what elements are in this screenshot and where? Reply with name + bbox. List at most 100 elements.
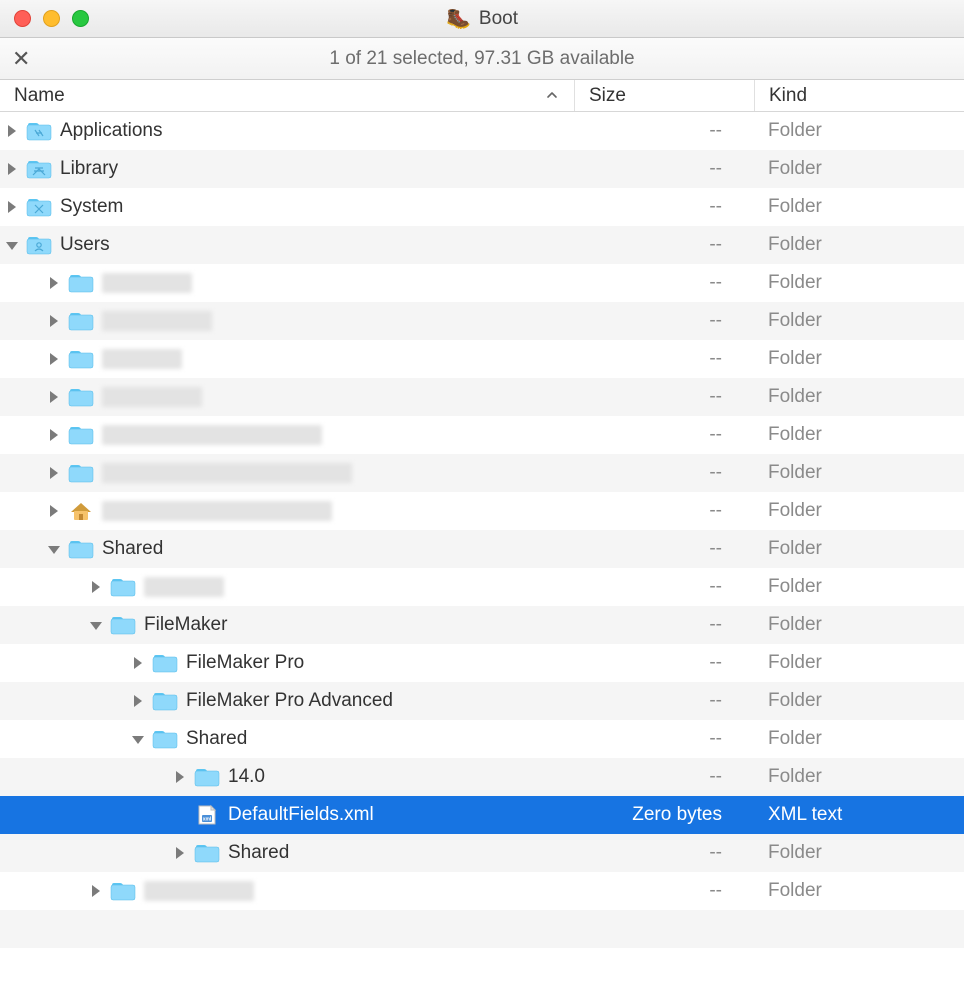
disclosure-triangle-icon[interactable] — [46, 313, 62, 329]
zoom-button[interactable] — [72, 10, 89, 27]
row-kind: Folder — [754, 196, 964, 218]
row-kind: Folder — [754, 652, 964, 674]
disclosure-triangle-icon[interactable] — [46, 275, 62, 291]
table-row[interactable]: Shared--Folder — [0, 720, 964, 758]
row-label: FileMaker — [144, 614, 227, 636]
row-label: Shared — [102, 538, 163, 560]
table-row[interactable]: --Folder — [0, 872, 964, 910]
disclosure-triangle-icon[interactable] — [46, 503, 62, 519]
disclosure-triangle-icon[interactable] — [88, 617, 104, 633]
toolbar: ✕ 1 of 21 selected, 97.31 GB available — [0, 38, 964, 80]
folder-icon — [68, 348, 94, 370]
table-row[interactable]: FileMaker Pro Advanced--Folder — [0, 682, 964, 720]
table-row[interactable]: --Folder — [0, 568, 964, 606]
disclosure-triangle-icon[interactable] — [88, 883, 104, 899]
sort-indicator-icon — [546, 88, 558, 104]
redacted-label — [102, 387, 202, 407]
folder-app-icon — [26, 120, 52, 142]
window-controls — [0, 10, 89, 27]
table-row[interactable]: --Folder — [0, 340, 964, 378]
table-row[interactable]: --Folder — [0, 378, 964, 416]
folder-icon — [68, 272, 94, 294]
row-label: Applications — [60, 120, 162, 142]
minimize-button[interactable] — [43, 10, 60, 27]
table-row[interactable]: System--Folder — [0, 188, 964, 226]
disclosure-triangle-icon[interactable] — [4, 161, 20, 177]
table-row[interactable] — [0, 910, 964, 948]
table-row[interactable]: FileMaker--Folder — [0, 606, 964, 644]
column-header-name[interactable]: Name — [0, 85, 574, 107]
table-row[interactable]: FileMaker Pro--Folder — [0, 644, 964, 682]
row-kind: Folder — [754, 424, 964, 446]
table-row[interactable]: --Folder — [0, 416, 964, 454]
disclosure-triangle-icon[interactable] — [46, 465, 62, 481]
table-row[interactable]: --Folder — [0, 492, 964, 530]
table-row[interactable]: --Folder — [0, 454, 964, 492]
row-size: -- — [574, 234, 754, 256]
disclosure-triangle-icon[interactable] — [172, 769, 188, 785]
folder-library-icon — [26, 158, 52, 180]
table-row[interactable]: Shared--Folder — [0, 834, 964, 872]
disclosure-triangle-icon[interactable] — [130, 655, 146, 671]
table-row[interactable]: Library--Folder — [0, 150, 964, 188]
disclosure-triangle-icon[interactable] — [130, 693, 146, 709]
table-row[interactable]: DefaultFields.xmlZero bytesXML text — [0, 796, 964, 834]
folder-icon — [110, 614, 136, 636]
disclosure-triangle-icon[interactable] — [46, 351, 62, 367]
row-kind: Folder — [754, 272, 964, 294]
row-kind: Folder — [754, 462, 964, 484]
row-size: Zero bytes — [574, 804, 754, 826]
table-row[interactable] — [0, 948, 964, 986]
row-kind: Folder — [754, 842, 964, 864]
table-row[interactable]: Users --Folder — [0, 226, 964, 264]
row-label: FileMaker Pro — [186, 652, 304, 674]
row-size: -- — [574, 842, 754, 864]
disclosure-triangle-icon — [4, 959, 20, 975]
table-row[interactable]: 14.0--Folder — [0, 758, 964, 796]
table-row[interactable]: --Folder — [0, 264, 964, 302]
close-button[interactable] — [14, 10, 31, 27]
disclosure-triangle-icon[interactable] — [4, 123, 20, 139]
row-size: -- — [574, 500, 754, 522]
row-size: -- — [574, 880, 754, 902]
folder-icon — [152, 690, 178, 712]
redacted-label — [102, 273, 192, 293]
disclosure-triangle-icon[interactable] — [88, 579, 104, 595]
disclosure-triangle-icon[interactable] — [130, 731, 146, 747]
row-kind: Folder — [754, 310, 964, 332]
row-kind: Folder — [754, 234, 964, 256]
redacted-label — [102, 349, 182, 369]
row-size: -- — [574, 386, 754, 408]
column-header-kind-label: Kind — [769, 85, 807, 107]
disclosure-triangle-icon[interactable] — [172, 845, 188, 861]
row-size: -- — [574, 766, 754, 788]
disclosure-triangle-icon[interactable] — [4, 237, 20, 253]
table-row[interactable]: --Folder — [0, 302, 964, 340]
row-kind: XML text — [754, 804, 964, 826]
disclosure-triangle-icon[interactable] — [46, 389, 62, 405]
file-xml-icon — [194, 804, 220, 826]
table-row[interactable]: Applications--Folder — [0, 112, 964, 150]
status-text: 1 of 21 selected, 97.31 GB available — [0, 48, 964, 70]
column-header-kind[interactable]: Kind — [754, 80, 964, 111]
folder-icon — [194, 842, 220, 864]
disclosure-triangle-icon[interactable] — [46, 427, 62, 443]
row-size: -- — [574, 538, 754, 560]
row-kind: Folder — [754, 614, 964, 636]
column-header-size[interactable]: Size — [574, 80, 754, 111]
row-kind: Folder — [754, 880, 964, 902]
row-kind: Folder — [754, 348, 964, 370]
file-list[interactable]: Applications--FolderLibrary--FolderSyste… — [0, 112, 964, 986]
folder-icon — [68, 386, 94, 408]
row-label: Users — [60, 234, 110, 256]
row-size: -- — [574, 728, 754, 750]
disclosure-triangle-icon[interactable] — [4, 199, 20, 215]
window-title: Boot — [479, 8, 518, 30]
row-label: System — [60, 196, 123, 218]
table-row[interactable]: Shared--Folder — [0, 530, 964, 568]
row-size: -- — [574, 576, 754, 598]
row-size: -- — [574, 462, 754, 484]
row-kind: Folder — [754, 576, 964, 598]
disclosure-triangle-icon[interactable] — [46, 541, 62, 557]
row-kind: Folder — [754, 386, 964, 408]
